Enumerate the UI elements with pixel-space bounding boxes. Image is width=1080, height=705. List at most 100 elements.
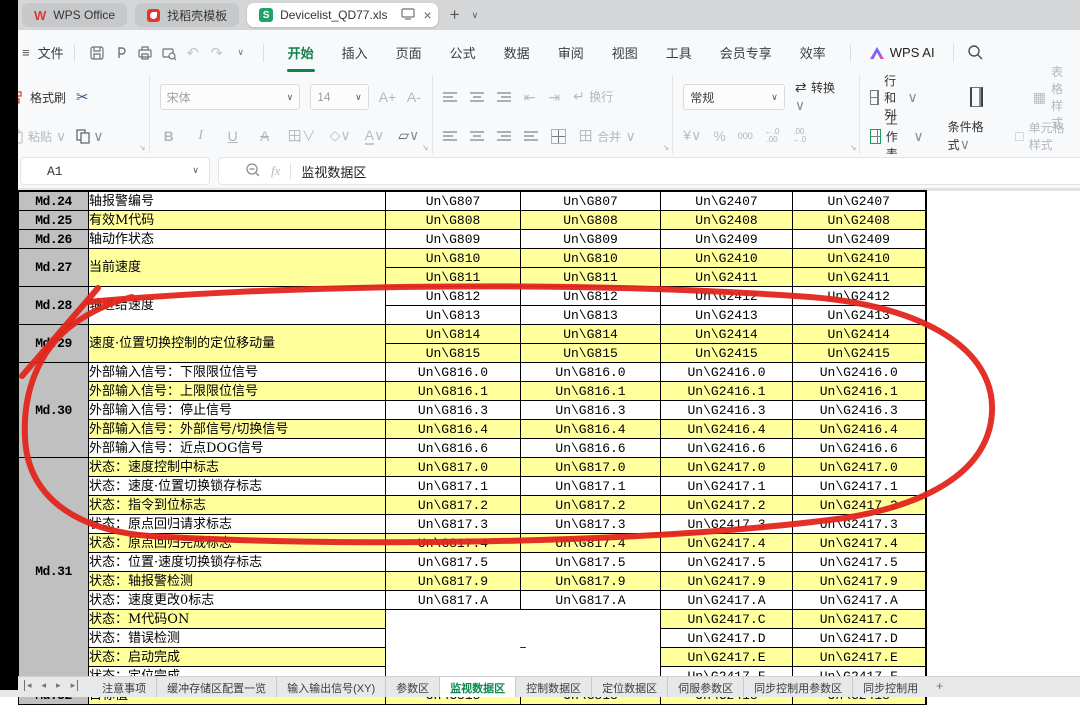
- value-cell[interactable]: Un\G812: [386, 287, 521, 306]
- cell-style-button[interactable]: □ 单元格样式: [1015, 119, 1070, 153]
- row-id-cell[interactable]: Md.27: [19, 249, 89, 287]
- value-cell[interactable]: Un\G817.4: [386, 534, 521, 553]
- next-sheet-icon[interactable]: ▸: [56, 680, 61, 691]
- menu-item-页面[interactable]: 页面: [382, 30, 436, 75]
- print-preview-icon[interactable]: [157, 44, 181, 61]
- value-cell[interactable]: Un\G808: [386, 211, 521, 230]
- name-box[interactable]: A1 ∨: [20, 157, 210, 185]
- value-cell[interactable]: Un\G2417.D: [793, 629, 926, 648]
- value-cell[interactable]: Un\G2415: [661, 344, 793, 363]
- row-id-cell[interactable]: Md.24: [19, 191, 89, 211]
- value-cell[interactable]: Un\G2417.1: [793, 477, 926, 496]
- row-label-cell[interactable]: 状态：速度·位置切换锁存标志: [89, 477, 386, 496]
- align-middle-icon[interactable]: [470, 92, 484, 102]
- value-cell[interactable]: Un\G815: [521, 344, 661, 363]
- value-cell[interactable]: Un\G817.2: [386, 496, 521, 515]
- menu-item-视图[interactable]: 视图: [598, 30, 652, 75]
- value-cell[interactable]: Un\G810: [521, 249, 661, 268]
- value-cell[interactable]: Un\G813: [521, 306, 661, 325]
- document-tab-active[interactable]: S Devicelist_QD77.xls ×: [247, 3, 438, 27]
- increase-indent-icon[interactable]: ⇥: [548, 89, 560, 106]
- value-cell[interactable]: Un\G812: [521, 287, 661, 306]
- value-cell[interactable]: Un\G816.6: [521, 439, 661, 458]
- value-cell[interactable]: Un\G2413: [661, 306, 793, 325]
- align-right-icon[interactable]: [497, 131, 511, 141]
- sheet-tab-控制数据区[interactable]: 控制数据区: [515, 677, 591, 697]
- last-sheet-icon[interactable]: ▸: [71, 680, 79, 691]
- menu-item-会员专享[interactable]: 会员专享: [706, 30, 786, 75]
- row-label-cell[interactable]: 状态：原点回归请求标志: [89, 515, 386, 534]
- row-id-cell[interactable]: Md.26: [19, 230, 89, 249]
- row-label-cell[interactable]: 速度·位置切换控制的定位移动量: [89, 325, 386, 363]
- value-cell[interactable]: Un\G817.1: [386, 477, 521, 496]
- value-cell[interactable]: Un\G807: [521, 191, 661, 211]
- italic-button[interactable]: I: [192, 128, 210, 144]
- value-cell[interactable]: Un\G2417.9: [661, 572, 793, 591]
- formula-input[interactable]: fx 监视数据区: [218, 157, 1080, 185]
- decrease-decimal-button[interactable]: .00 →.0: [791, 128, 806, 144]
- value-cell[interactable]: Un\G2416.1: [793, 382, 926, 401]
- value-cell[interactable]: Un\G2417.D: [661, 629, 793, 648]
- sheet-tab-监视数据区[interactable]: 监视数据区: [439, 677, 515, 697]
- shrink-font-button[interactable]: A-: [406, 89, 421, 105]
- value-cell[interactable]: Un\G817.A: [386, 591, 521, 610]
- hamburger-icon[interactable]: ≡: [22, 45, 30, 60]
- value-cell[interactable]: Un\G813: [386, 306, 521, 325]
- value-cell[interactable]: Un\G2417.9: [793, 572, 926, 591]
- value-cell[interactable]: Un\G2417.5: [793, 553, 926, 572]
- increase-decimal-button[interactable]: ←.0 .00: [765, 128, 780, 144]
- menu-item-工具[interactable]: 工具: [652, 30, 706, 75]
- align-top-icon[interactable]: [443, 92, 457, 102]
- fill-color-button[interactable]: ◇∨: [330, 127, 351, 145]
- row-label-cell[interactable]: 状态：指令到位标志: [89, 496, 386, 515]
- zoom-out-icon[interactable]: [245, 162, 261, 181]
- value-cell[interactable]: Un\G2417.A: [793, 591, 926, 610]
- value-cell[interactable]: –: [386, 610, 661, 686]
- number-format-select[interactable]: 常规 ∨: [683, 84, 785, 110]
- decrease-indent-icon[interactable]: ⇤: [524, 89, 536, 106]
- value-cell[interactable]: Un\G2416.0: [793, 363, 926, 382]
- value-cell[interactable]: Un\G2416.6: [793, 439, 926, 458]
- value-cell[interactable]: Un\G816.6: [386, 439, 521, 458]
- row-label-cell[interactable]: 状态：原点回归完成标志: [89, 534, 386, 553]
- sheet-tab-参数区[interactable]: 参数区: [385, 677, 439, 697]
- value-cell[interactable]: Un\G817.A: [521, 591, 661, 610]
- row-id-cell[interactable]: Md.28: [19, 287, 89, 325]
- strikethrough-button[interactable]: A: [256, 128, 274, 144]
- value-cell[interactable]: Un\G2416.3: [661, 401, 793, 420]
- redo-icon[interactable]: ↷: [205, 44, 229, 62]
- value-cell[interactable]: Un\G816.1: [521, 382, 661, 401]
- row-label-cell[interactable]: 外部输入信号：上限限位信号: [89, 382, 386, 401]
- eraser-button[interactable]: ▱∨: [398, 127, 419, 145]
- sheet-tab-输入输出信号(XY)[interactable]: 输入输出信号(XY): [276, 677, 385, 697]
- value-cell[interactable]: Un\G817.3: [521, 515, 661, 534]
- value-cell[interactable]: Un\G2414: [793, 325, 926, 344]
- value-cell[interactable]: Un\G2417.4: [793, 534, 926, 553]
- value-cell[interactable]: Un\G817.3: [386, 515, 521, 534]
- value-cell[interactable]: Un\G2417.4: [661, 534, 793, 553]
- print-icon[interactable]: [133, 44, 157, 61]
- row-label-cell[interactable]: 轴进给速度: [89, 287, 386, 325]
- row-label-cell[interactable]: 状态：启动完成: [89, 648, 386, 667]
- value-cell[interactable]: Un\G2417.E: [793, 648, 926, 667]
- value-cell[interactable]: Un\G2408: [661, 211, 793, 230]
- dialog-launcher-icon[interactable]: ↘: [663, 143, 670, 152]
- value-cell[interactable]: Un\G808: [521, 211, 661, 230]
- value-cell[interactable]: Un\G811: [386, 268, 521, 287]
- row-label-cell[interactable]: 状态：速度更改0标志: [89, 591, 386, 610]
- value-cell[interactable]: Un\G2416.3: [793, 401, 926, 420]
- currency-button[interactable]: ¥∨: [683, 127, 701, 145]
- value-cell[interactable]: Un\G2411: [793, 268, 926, 287]
- first-sheet-icon[interactable]: ◂: [24, 680, 32, 691]
- row-label-cell[interactable]: 外部输入信号：下限限位信号: [89, 363, 386, 382]
- value-cell[interactable]: Un\G817.4: [521, 534, 661, 553]
- menu-item-开始[interactable]: 开始: [274, 30, 328, 75]
- value-cell[interactable]: Un\G2413: [793, 306, 926, 325]
- export-pdf-icon[interactable]: [109, 44, 133, 61]
- row-label-cell[interactable]: 状态：M代码ON: [89, 610, 386, 629]
- menu-item-审阅[interactable]: 审阅: [544, 30, 598, 75]
- align-left-icon[interactable]: [443, 131, 457, 141]
- value-cell[interactable]: Un\G2417.1: [661, 477, 793, 496]
- value-cell[interactable]: Un\G816.4: [386, 420, 521, 439]
- value-cell[interactable]: Un\G816.1: [386, 382, 521, 401]
